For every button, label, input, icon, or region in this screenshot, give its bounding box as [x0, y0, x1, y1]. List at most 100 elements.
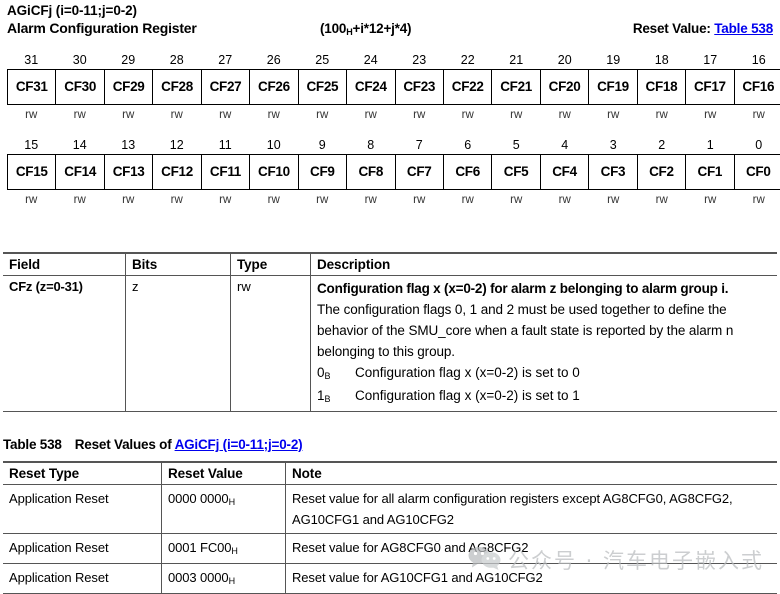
bit-access-type: rw — [607, 109, 620, 121]
bit-number: 16 — [751, 53, 766, 67]
register-long-name: Alarm Configuration Register — [7, 20, 197, 36]
bit-number: 13 — [121, 138, 136, 152]
bit-field-cell: CF26 — [250, 70, 299, 104]
bit-access-type: rw — [461, 109, 474, 121]
reset-header-note: Note — [285, 461, 777, 485]
bit-number: 24 — [363, 53, 378, 67]
reset-cell-note: Reset value for all alarm configuration … — [285, 484, 777, 534]
bit-field-cell: CF25 — [299, 70, 348, 104]
bit-number: 27 — [218, 53, 233, 67]
reset-table-caption: Table 538 Reset Values of AGiCFj (i=0-11;… — [3, 437, 303, 452]
bit-access-type: rw — [752, 109, 765, 121]
bit-field-cell: CF20 — [541, 70, 590, 104]
enum-key: 1B — [317, 388, 331, 404]
reset-value-table-link[interactable]: Table 538 — [714, 21, 773, 36]
bit-access-type: rw — [122, 109, 135, 121]
register-title-row: Alarm Configuration Register (100H+i*12+… — [7, 19, 773, 38]
bit-access-type: rw — [316, 109, 329, 121]
bit-number: 26 — [266, 53, 281, 67]
bit-access-type: rw — [25, 109, 38, 121]
bit-access-type: rw — [25, 194, 38, 206]
field-description-table: Field Bits Type Description CFz (z=0-31)… — [3, 252, 777, 412]
reset-header-value: Reset Value — [161, 461, 286, 485]
bit-number: 19 — [606, 53, 621, 67]
bit-access-type: rw — [607, 194, 620, 206]
bit-number: 17 — [703, 53, 718, 67]
reset-header-type: Reset Type — [3, 461, 162, 485]
bit-field-cell: CF6 — [444, 155, 493, 189]
offset-suffix: +i*12+j*4) — [352, 21, 412, 36]
reset-cell-type: Application Reset — [3, 563, 162, 594]
description-enum-item: 0B Configuration flag x (x=0-2) is set to… — [317, 362, 771, 385]
bit-access-type: rw — [73, 109, 86, 121]
bit-number: 31 — [24, 53, 39, 67]
register-header: AGiCFj (i=0-11;j=0-2) Alarm Configuratio… — [7, 2, 773, 38]
reset-table-body: Application Reset 0000 0000H Reset value f… — [3, 484, 777, 594]
bit-number: 1 — [706, 138, 714, 152]
bit-cells-upper: CF31 CF30 CF29 CF28 CF27 CF26 CF25 CF24 CF23 CF22… — [7, 69, 780, 105]
bit-access-type: rw — [558, 194, 571, 206]
bit-access-type: rw — [752, 194, 765, 206]
bit-access-type: rw — [170, 194, 183, 206]
bit-number: 6 — [464, 138, 472, 152]
bit-access-type: rw — [364, 109, 377, 121]
reset-value-label: Reset Value: — [632, 21, 715, 36]
bit-field-cell: CF2 — [638, 155, 687, 189]
bit-access-type: rw — [655, 194, 668, 206]
caption-register-link[interactable]: AGiCFj (i=0-11;j=0-2) — [175, 437, 303, 452]
bit-number: 21 — [509, 53, 524, 67]
bit-number: 4 — [561, 138, 569, 152]
field-table-head: Field Bits Type Description — [3, 252, 777, 276]
bit-field-cell: CF23 — [396, 70, 444, 104]
bit-access-type: rw — [655, 109, 668, 121]
register-documentation-page: AGiCFj (i=0-11;j=0-2) Alarm Configuratio… — [0, 0, 780, 594]
bit-field-cell: CF3 — [589, 155, 638, 189]
bit-field-cell: CF29 — [105, 70, 154, 104]
bit-access-type: rw — [364, 194, 377, 206]
bit-field-cell: CF15 — [8, 155, 57, 189]
bit-access-type: rw — [170, 109, 183, 121]
bit-number: 30 — [72, 53, 87, 67]
bit-access-type: rw — [316, 194, 329, 206]
field-cell-name: CFz (z=0-31) — [3, 275, 126, 412]
bit-field-cell: CF9 — [299, 155, 348, 189]
bit-number: 7 — [415, 138, 423, 152]
caption-number: Table 538 — [3, 437, 62, 452]
field-header-description: Description — [310, 252, 777, 276]
bit-field-cell: CF13 — [105, 155, 154, 189]
bit-field-cell: CF5 — [492, 155, 541, 189]
bit-access-lower: rw rw rw rw rw rw rw rw rw rw rw rw rw rw rw rw — [7, 190, 780, 210]
bit-number: 28 — [169, 53, 184, 67]
bit-field-cell: CF31 — [8, 70, 57, 104]
bit-access-upper: rw rw rw rw rw rw rw rw rw rw rw rw rw rw rw rw — [7, 105, 780, 125]
bit-field-cell: CF17 — [686, 70, 735, 104]
bit-number: 0 — [755, 138, 763, 152]
offset-subscript: H — [346, 27, 353, 37]
enum-text: Configuration flag x (x=0-2) is set to 0 — [355, 365, 580, 380]
bit-access-type: rw — [558, 109, 571, 121]
field-header-field: Field — [3, 252, 126, 276]
bit-field-cell: CF12 — [153, 155, 202, 189]
bit-number: 18 — [654, 53, 669, 67]
bit-access-type: rw — [219, 194, 232, 206]
description-body: The configuration flags 0, 1 and 2 must … — [317, 302, 734, 359]
bit-field-cell: CF1 — [686, 155, 735, 189]
reset-table-row: Application Reset 0003 0000H Reset value f… — [3, 563, 777, 594]
reset-cell-value: 0003 0000H — [161, 563, 286, 594]
field-cell-bits: z — [125, 275, 231, 412]
field-header-bits: Bits — [125, 252, 231, 276]
bit-field-cell: CF10 — [250, 155, 299, 189]
reset-table-row: Application Reset 0001 FC00H Reset value f… — [3, 533, 777, 564]
bit-access-type: rw — [73, 194, 86, 206]
field-cell-type: rw — [230, 275, 311, 412]
caption-text: Reset Values of — [74, 437, 175, 452]
enum-key-subscript: B — [324, 371, 331, 381]
reset-value-subscript: H — [231, 546, 238, 556]
bit-number: 22 — [460, 53, 475, 67]
bit-access-type: rw — [413, 109, 426, 121]
bit-number: 23 — [412, 53, 427, 67]
description-enum-item: 1B Configuration flag x (x=0-2) is set to… — [317, 385, 771, 408]
bit-number: 29 — [121, 53, 136, 67]
reset-table-header-row: Reset Type Reset Value Note — [3, 461, 777, 485]
enum-text: Configuration flag x (x=0-2) is set to 1 — [355, 388, 580, 403]
